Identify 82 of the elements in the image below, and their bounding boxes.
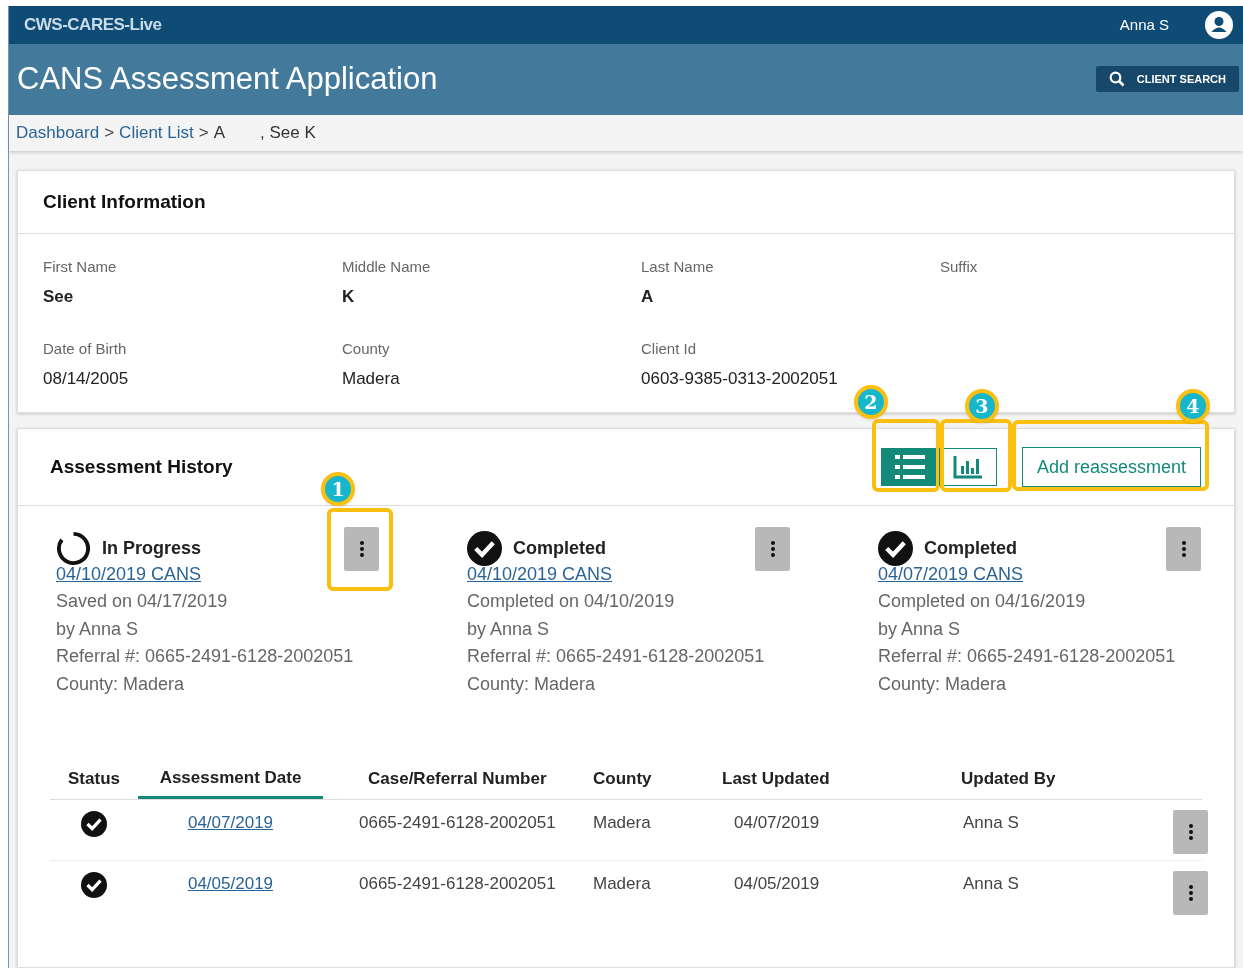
- more-options-icon: [1188, 824, 1193, 840]
- field-value: Madera: [342, 367, 401, 390]
- assessment-detail: by Anna S: [56, 617, 140, 641]
- assessment-date-link[interactable]: 04/05/2019: [187, 871, 274, 897]
- table-cell: Anna S: [963, 813, 1019, 832]
- user-name: Anna S: [1119, 14, 1169, 35]
- check-circle-icon: [81, 811, 107, 837]
- field-label: Middle Name: [342, 257, 432, 277]
- assessment-detail: Completed on 04/16/2019: [878, 590, 1087, 613]
- assessment-detail: by Anna S: [878, 617, 962, 641]
- field-value: See: [43, 285, 75, 308]
- check-circle-icon: [878, 531, 913, 566]
- assessment-detail: Completed on 04/10/2019: [467, 590, 676, 613]
- chart-view-button[interactable]: [938, 448, 997, 486]
- callout-badge: 1: [321, 472, 355, 506]
- user-avatar-icon[interactable]: [1205, 10, 1233, 39]
- status-label: Completed: [924, 537, 1017, 560]
- assessment-detail: Referral #: 0665-2491-6128-2002051: [56, 645, 355, 668]
- field-value: A: [641, 285, 655, 308]
- column-header[interactable]: Last Updated: [715, 759, 923, 799]
- more-options-button[interactable]: [1173, 871, 1208, 915]
- more-options-icon: [1188, 885, 1193, 901]
- field-label: First Name: [43, 257, 118, 277]
- more-options-icon: [359, 541, 364, 557]
- check-circle-icon: [467, 531, 502, 566]
- field-label: Date of Birth: [43, 339, 128, 359]
- assessment-link[interactable]: 04/10/2019 CANS: [467, 561, 613, 588]
- breadcrumb-separator: >: [104, 122, 115, 145]
- status-label: Completed: [513, 537, 606, 560]
- column-header[interactable]: County: [593, 759, 715, 799]
- assessment-detail: Saved on 04/17/2019: [56, 590, 229, 613]
- field-label: Last Name: [641, 257, 715, 277]
- breadcrumb-link[interactable]: Client List: [119, 120, 194, 146]
- bar-chart-icon: [952, 455, 983, 479]
- add-reassessment-button[interactable]: Add reassessment: [1021, 447, 1201, 487]
- list-icon: [894, 455, 925, 479]
- card-title: Assessment History: [50, 454, 233, 479]
- status-label: In Progress: [102, 537, 202, 560]
- field-value: 08/14/2005: [43, 367, 130, 390]
- column-header[interactable]: Case/Referral Number: [323, 759, 593, 799]
- assessment-date-link[interactable]: 04/07/2019: [187, 810, 274, 836]
- table-cell: 04/07/2019: [734, 813, 820, 832]
- list-view-button[interactable]: [880, 448, 939, 486]
- client-search-button[interactable]: CLIENT SEARCH: [1095, 66, 1239, 93]
- table-cell: Madera: [593, 874, 651, 893]
- more-options-button[interactable]: [344, 527, 379, 571]
- assessment-detail: Referral #: 0665-2491-6128-2002051: [878, 645, 1177, 668]
- table-cell: Anna S: [963, 874, 1019, 893]
- field-value: 0603-9385-0313-2002051: [641, 367, 839, 390]
- assessment-detail: Referral #: 0665-2491-6128-2002051: [467, 645, 766, 668]
- assessment-link[interactable]: 04/07/2019 CANS: [878, 561, 1024, 588]
- check-circle-icon: [81, 872, 107, 898]
- more-options-button[interactable]: [1173, 810, 1208, 854]
- breadcrumb-current: A: [213, 122, 226, 145]
- more-options-icon: [1181, 541, 1186, 557]
- in-progress-icon: [56, 531, 91, 566]
- app-name: CWS-CARES-Live: [24, 14, 162, 37]
- more-options-icon: [770, 541, 775, 557]
- assessment-detail: County: Madera: [467, 672, 597, 696]
- assessment-detail: County: Madera: [56, 672, 186, 696]
- card-title: Client Information: [43, 189, 206, 214]
- assessment-link[interactable]: 04/10/2019 CANS: [56, 561, 202, 588]
- table-cell: Madera: [593, 813, 651, 832]
- more-options-button[interactable]: [1166, 527, 1201, 571]
- field-label: Suffix: [940, 257, 979, 277]
- field-value: K: [342, 285, 356, 308]
- column-header[interactable]: Status: [50, 759, 138, 799]
- breadcrumb-separator: >: [198, 122, 209, 145]
- assessment-detail: County: Madera: [878, 672, 1008, 696]
- table-cell: 0665-2491-6128-2002051: [359, 813, 556, 832]
- more-options-button[interactable]: [755, 527, 790, 571]
- table-cell: 0665-2491-6128-2002051: [359, 874, 556, 893]
- column-header[interactable]: Assessment Date: [138, 759, 323, 799]
- field-label: Client Id: [641, 339, 698, 359]
- table-cell: 04/05/2019: [734, 874, 820, 893]
- app-title: CANS Assessment Application: [17, 60, 438, 99]
- breadcrumb-link[interactable]: Dashboard: [16, 120, 100, 146]
- assessment-detail: by Anna S: [467, 617, 551, 641]
- search-icon: [1108, 71, 1125, 88]
- column-header[interactable]: Updated By: [923, 759, 1163, 799]
- field-label: County: [342, 339, 391, 359]
- breadcrumb-current: , See K: [260, 122, 316, 145]
